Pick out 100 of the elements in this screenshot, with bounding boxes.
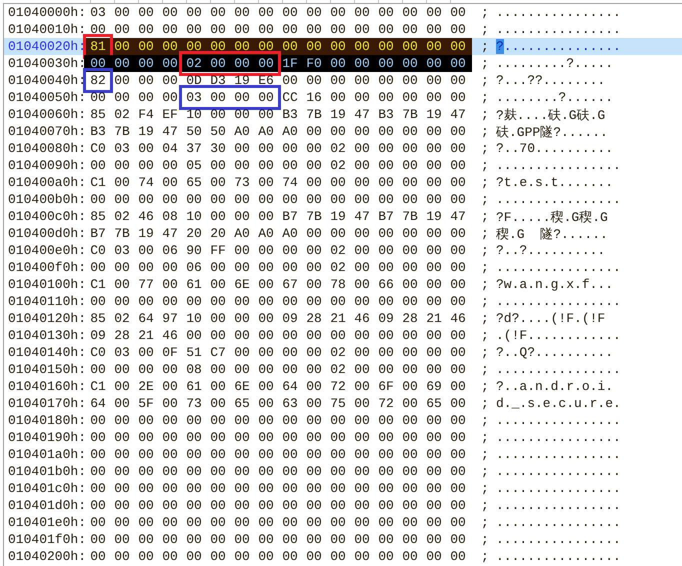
hex-byte[interactable]: 00 [422,548,446,565]
hex-byte[interactable]: 00 [350,344,374,361]
hex-byte[interactable]: 65 [182,174,206,191]
hex-byte[interactable]: 00 [230,497,254,514]
hex-byte[interactable]: 00 [254,21,278,38]
hex-byte[interactable]: 00 [374,429,398,446]
hex-byte[interactable]: 00 [302,72,326,89]
hex-byte[interactable]: 00 [86,55,110,72]
hex-byte[interactable]: 00 [230,157,254,174]
hex-byte[interactable]: B7 [86,225,110,242]
hex-byte[interactable]: 00 [206,412,230,429]
ascii-text[interactable]: ................ [496,447,621,462]
hex-byte[interactable]: 65 [422,395,446,412]
hex-byte[interactable]: 67 [278,276,302,293]
ascii-text[interactable]: ?..Q?.......... [496,345,614,360]
hex-byte[interactable]: 00 [278,514,302,531]
hex-byte[interactable]: 16 [302,89,326,106]
hex-byte[interactable]: 6F [374,378,398,395]
hex-byte[interactable]: 00 [302,4,326,21]
hex-byte[interactable]: 00 [446,225,470,242]
hex-byte[interactable]: 00 [422,514,446,531]
hex-byte[interactable]: 00 [398,395,422,412]
hex-byte[interactable]: 00 [422,276,446,293]
hex-byte[interactable]: 74 [278,174,302,191]
hex-byte[interactable]: 00 [326,497,350,514]
hex-byte[interactable]: 00 [182,514,206,531]
hex-byte[interactable]: 00 [374,480,398,497]
hex-byte[interactable]: 00 [350,480,374,497]
hex-byte[interactable]: 00 [230,259,254,276]
hex-byte[interactable]: 78 [326,276,350,293]
hex-byte[interactable]: 75 [326,395,350,412]
hex-byte[interactable]: 00 [158,429,182,446]
hex-byte[interactable]: 00 [86,497,110,514]
hex-byte[interactable]: 00 [206,514,230,531]
hex-byte[interactable]: 00 [302,191,326,208]
hex-byte[interactable]: 00 [86,548,110,565]
hex-byte[interactable]: 00 [230,429,254,446]
hex-byte[interactable]: 00 [374,344,398,361]
hex-byte[interactable]: 00 [158,531,182,548]
hex-byte[interactable]: 00 [110,497,134,514]
hex-byte[interactable]: 00 [182,38,206,55]
hex-byte[interactable]: 00 [158,361,182,378]
hex-byte[interactable]: 00 [398,123,422,140]
hex-byte[interactable]: 00 [302,548,326,565]
hex-byte[interactable]: 02 [326,344,350,361]
hex-byte[interactable]: 00 [206,446,230,463]
hex-byte[interactable]: 00 [278,191,302,208]
hex-byte[interactable]: 00 [110,191,134,208]
hex-byte[interactable]: 00 [446,548,470,565]
ascii-text[interactable]: 砆.GPP隧?...... [496,122,608,140]
hex-byte[interactable]: 00 [302,242,326,259]
hex-byte[interactable]: 64 [134,310,158,327]
hex-byte[interactable]: B7 [278,208,302,225]
hex-byte[interactable]: 00 [374,21,398,38]
hex-byte[interactable]: 00 [230,89,254,106]
hex-byte[interactable]: 00 [446,21,470,38]
hex-byte[interactable]: 00 [110,259,134,276]
hex-byte[interactable]: 85 [86,310,110,327]
hex-byte[interactable]: 00 [110,174,134,191]
hex-byte[interactable]: 20 [182,225,206,242]
hex-byte[interactable]: 50 [182,123,206,140]
hex-byte[interactable]: 08 [158,208,182,225]
hex-byte[interactable]: 6E [230,276,254,293]
hex-byte[interactable]: 00 [230,480,254,497]
hex-byte[interactable]: 00 [326,21,350,38]
hex-byte[interactable]: 00 [302,38,326,55]
hex-byte[interactable]: 00 [422,293,446,310]
hex-byte[interactable]: 02 [182,55,206,72]
hex-byte[interactable]: A0 [230,225,254,242]
hex-byte[interactable]: 00 [254,378,278,395]
hex-byte[interactable]: 00 [374,38,398,55]
hex-byte[interactable]: 00 [110,531,134,548]
hex-byte[interactable]: 00 [230,514,254,531]
hex-byte[interactable]: 00 [326,327,350,344]
hex-byte[interactable]: B3 [374,106,398,123]
hex-byte[interactable]: 00 [422,140,446,157]
hex-byte[interactable]: 00 [182,480,206,497]
hex-byte[interactable]: 7B [302,106,326,123]
hex-byte[interactable]: CC [278,89,302,106]
hex-byte[interactable]: 00 [230,446,254,463]
hex-byte[interactable]: 00 [326,38,350,55]
hex-byte[interactable]: 00 [182,4,206,21]
hex-byte[interactable]: 00 [398,72,422,89]
hex-byte[interactable]: 00 [350,140,374,157]
hex-byte[interactable]: 2E [134,378,158,395]
hex-byte[interactable]: A0 [254,225,278,242]
hex-byte[interactable]: 00 [158,276,182,293]
hex-byte[interactable]: 00 [374,89,398,106]
hex-byte[interactable]: 00 [422,344,446,361]
hex-byte[interactable]: 00 [398,276,422,293]
hex-byte[interactable]: 00 [230,310,254,327]
hex-byte[interactable]: 00 [134,293,158,310]
hex-byte[interactable]: 00 [230,344,254,361]
hex-byte[interactable]: 00 [446,259,470,276]
hex-byte[interactable]: 47 [350,208,374,225]
hex-byte[interactable]: 00 [446,395,470,412]
hex-byte[interactable]: 00 [134,89,158,106]
hex-byte[interactable]: 00 [350,259,374,276]
hex-byte[interactable]: 00 [374,55,398,72]
hex-byte[interactable]: 7B [398,106,422,123]
